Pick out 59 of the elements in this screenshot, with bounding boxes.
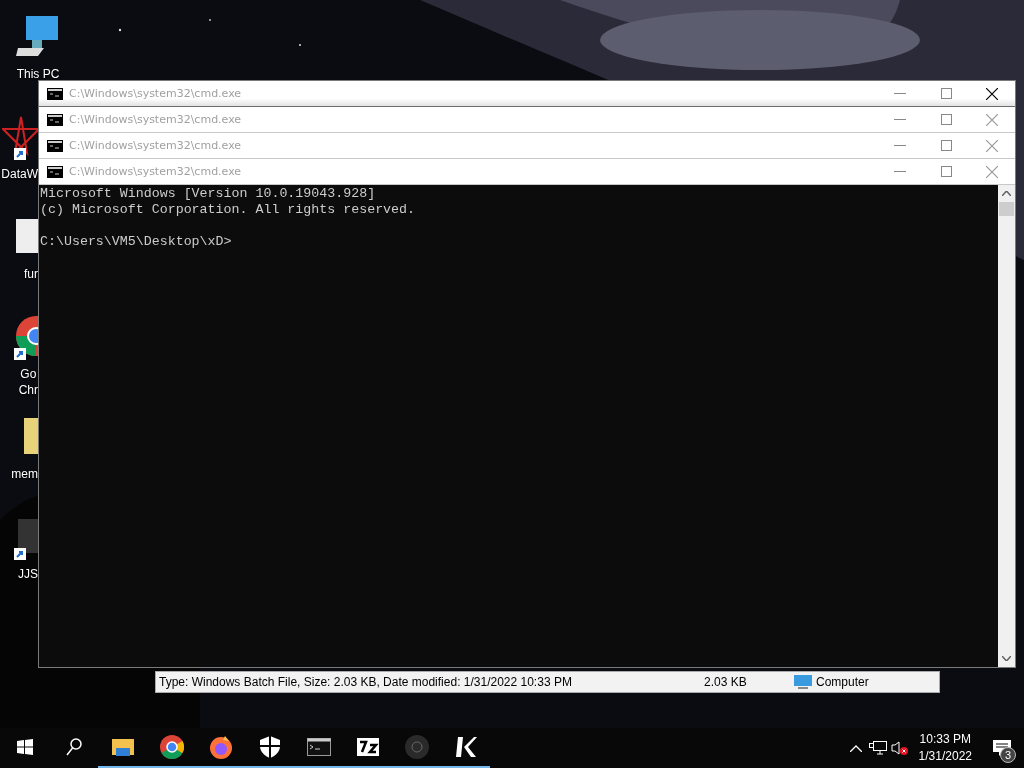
seven-zip-icon bbox=[356, 738, 379, 756]
folder-icon bbox=[111, 738, 134, 756]
console-icon bbox=[47, 113, 63, 126]
star-app-icon bbox=[2, 116, 38, 156]
desktop-icon-label[interactable]: This PC bbox=[16, 66, 60, 82]
minimize-icon bbox=[894, 119, 906, 120]
firefox-icon bbox=[208, 735, 233, 759]
maximize-icon bbox=[940, 114, 952, 125]
desktop-icon-label[interactable]: Chr bbox=[18, 382, 38, 398]
windows-logo-icon bbox=[16, 739, 33, 755]
speaker-icon bbox=[890, 741, 909, 755]
console-icon bbox=[47, 165, 63, 178]
shortcut-arrow-icon bbox=[14, 148, 26, 160]
minimize-icon bbox=[894, 145, 906, 146]
zone-label: Computer bbox=[816, 675, 869, 689]
console-text: C:\Users\VM5\Desktop\xD> bbox=[40, 234, 233, 250]
desktop-icon-label[interactable]: fur bbox=[24, 266, 38, 282]
search-icon bbox=[65, 738, 82, 756]
chevron-down-icon bbox=[1002, 656, 1011, 661]
terminal-icon bbox=[306, 738, 331, 756]
close-icon bbox=[986, 87, 998, 100]
shield-icon bbox=[259, 736, 280, 758]
shortcut-arrow-icon bbox=[14, 348, 26, 360]
chrome-icon bbox=[159, 735, 184, 759]
console-text: Microsoft Windows [Version 10.0.19043.928] bbox=[40, 186, 377, 202]
console-icon bbox=[47, 139, 63, 152]
network-icon bbox=[868, 741, 887, 755]
window-title: C:\Windows\system32\cmd.exe bbox=[69, 139, 243, 152]
desktop-icon-label[interactable]: Go bbox=[20, 366, 37, 382]
desktop-icon-label[interactable]: JJS bbox=[18, 566, 38, 582]
disc-icon bbox=[404, 735, 429, 759]
close-icon bbox=[986, 139, 998, 152]
minimize-icon bbox=[894, 171, 906, 172]
computer-icon bbox=[16, 14, 60, 58]
maximize-icon bbox=[940, 166, 952, 177]
scroll-thumb[interactable] bbox=[999, 202, 1014, 216]
console-text: (c) Microsoft Corporation. All rights reserved. bbox=[40, 202, 417, 218]
file-size: 2.03 KB bbox=[703, 675, 748, 689]
window-title: C:\Windows\system32\cmd.exe bbox=[69, 113, 243, 126]
maximize-icon bbox=[940, 88, 952, 99]
scrollbar[interactable] bbox=[998, 185, 1015, 667]
minimize-icon bbox=[894, 93, 906, 94]
computer-icon bbox=[794, 674, 812, 690]
clock[interactable]: 10:33 PM 1/31/2022 bbox=[910, 731, 980, 765]
shortcut-arrow-icon bbox=[14, 548, 26, 560]
chevron-up-icon bbox=[1002, 191, 1011, 196]
window-title: C:\Windows\system32\cmd.exe bbox=[69, 165, 243, 178]
close-icon bbox=[986, 165, 998, 178]
k-logo-icon bbox=[453, 735, 478, 759]
close-icon bbox=[986, 113, 998, 126]
console-icon bbox=[47, 87, 63, 100]
chevron-up-icon bbox=[849, 744, 862, 752]
window-title: C:\Windows\system32\cmd.exe bbox=[69, 87, 243, 100]
desktop-icon-label[interactable]: mem bbox=[11, 466, 38, 482]
maximize-icon bbox=[940, 140, 952, 151]
file-description: Type: Windows Batch File, Size: 2.03 KB, Date modified: 1/31/2022 10:33 PM bbox=[158, 675, 573, 689]
notifications-button[interactable]: 3 bbox=[980, 728, 1024, 768]
desktop-icon-label[interactable]: DataW bbox=[1, 166, 38, 182]
notification-count: 3 bbox=[1000, 747, 1016, 763]
